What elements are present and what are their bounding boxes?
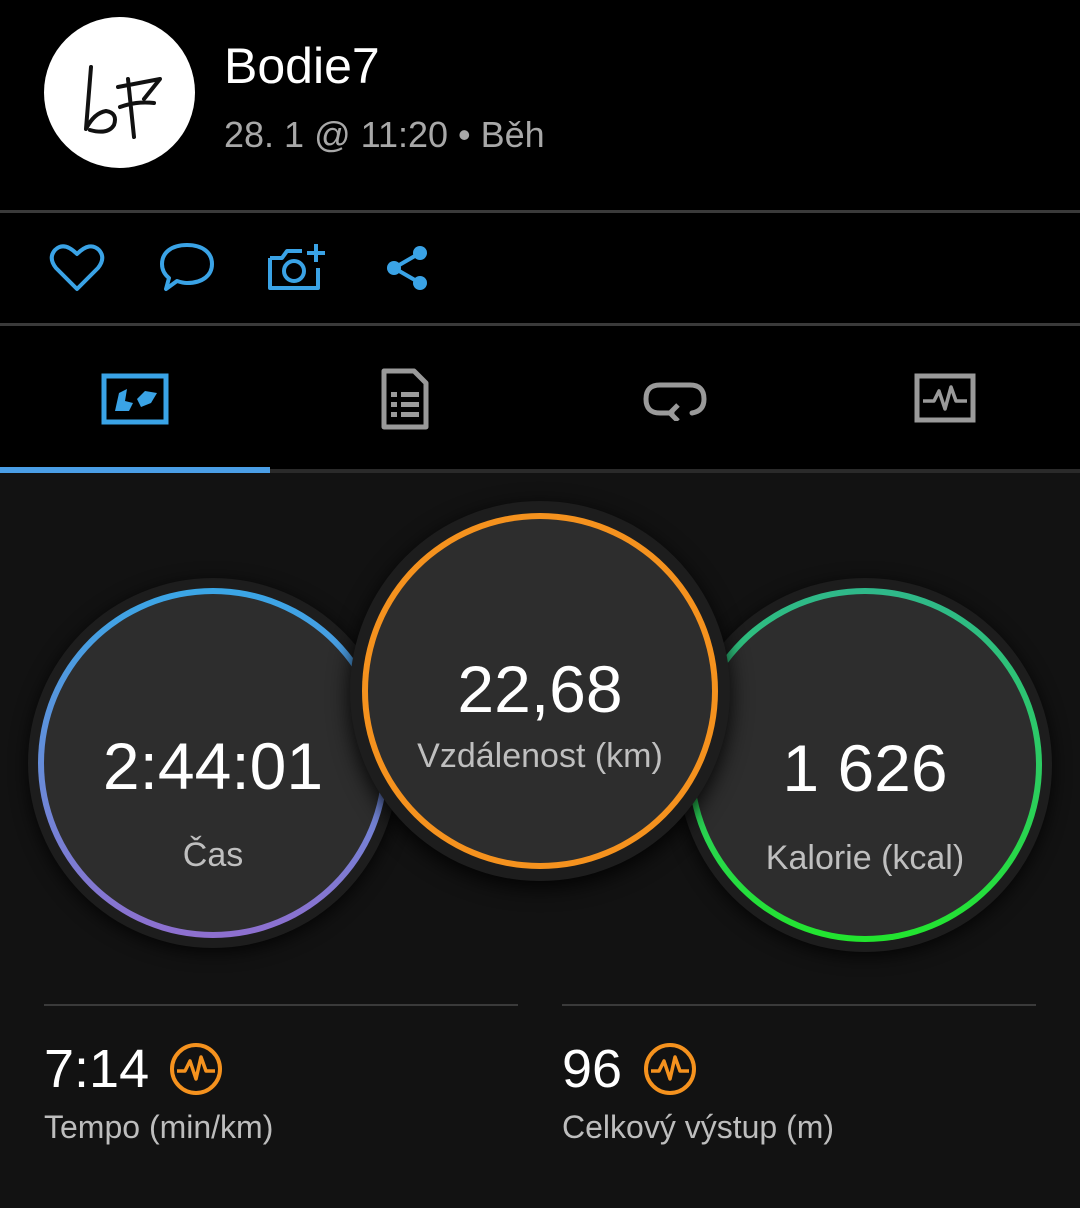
pace-label: Tempo (min/km) [44,1109,274,1145]
laps-icon [643,382,707,421]
pace-value: 7:14 [44,1039,150,1099]
action-bar [0,213,1080,323]
activity-header: Bodie7 28. 1 @ 11:20 • Běh [0,0,1080,210]
avatar[interactable] [44,17,195,168]
divider [562,1004,1036,1006]
calories-ring[interactable]: 1 626 Kalorie (kcal) [678,578,1052,952]
tab-bar [0,326,1080,471]
calories-label: Kalorie (kcal) [765,839,965,877]
map-overview-icon [101,373,169,424]
tab-laps[interactable] [540,326,810,471]
divider [44,1004,518,1006]
activity-date-type: 28. 1 @ 11:20 • Běh [224,114,545,155]
avatar-handwriting [84,65,162,139]
share-button[interactable] [367,213,447,323]
time-value: 2:44:01 [102,729,324,803]
tab-overview[interactable] [0,326,270,471]
ascent-label: Celkový výstup (m) [562,1109,835,1145]
tab-details[interactable] [270,326,540,471]
add-photo-icon [268,244,325,290]
calories-value: 1 626 [782,731,948,805]
username[interactable]: Bodie7 [224,36,380,96]
distance-value: 22,68 [457,652,623,726]
comment-icon [160,243,214,291]
charts-icon [914,373,976,422]
time-ring[interactable]: 2:44:01 Čas [28,578,398,948]
activity-pulse-icon[interactable] [168,1041,224,1097]
share-icon [387,246,427,290]
distance-ring[interactable]: 22,68 Vzdálenost (km) [350,501,730,881]
ascent-value: 96 [562,1039,623,1099]
tab-charts[interactable] [810,326,1080,471]
like-button[interactable] [37,213,117,323]
heart-icon [49,244,105,291]
details-list-icon [381,368,429,429]
distance-label: Vzdálenost (km) [417,737,663,775]
add-photo-button[interactable] [257,213,337,323]
comment-button[interactable] [147,213,227,323]
stats-panel: 2:44:01 Čas 1 626 Kalorie (kcal) 22,68 V… [0,473,1080,1208]
time-label: Čas [182,836,244,874]
activity-pulse-icon[interactable] [642,1041,698,1097]
